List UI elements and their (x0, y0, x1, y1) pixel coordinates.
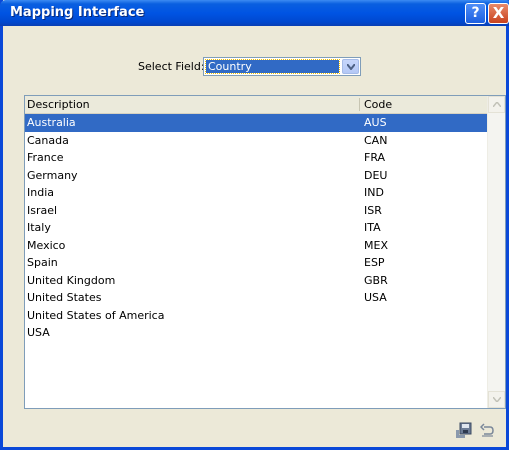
vertical-scrollbar[interactable] (487, 96, 505, 408)
table-row[interactable]: India IND (25, 184, 489, 202)
window-title: Mapping Interface (10, 5, 145, 20)
row-code: MEX (364, 238, 388, 252)
dropdown-button[interactable] (342, 59, 359, 74)
select-field-dropdown[interactable]: Country (203, 57, 361, 76)
table-row[interactable]: USA (25, 324, 489, 342)
select-field-label: Select Field: (138, 60, 205, 73)
row-code: FRA (364, 151, 386, 164)
title-bar[interactable]: Mapping Interface ? X (0, 0, 509, 26)
list-rows: Australia AUS Canada CAN France FRA Germany DEU… (25, 114, 489, 342)
row-code: GBR (364, 273, 388, 287)
scroll-down-button[interactable] (488, 391, 505, 408)
help-icon: ? (471, 5, 480, 21)
table-row[interactable]: United States of America (25, 307, 489, 325)
row-code: ISR (364, 203, 382, 217)
row-description: United Kingdom (27, 273, 116, 287)
row-description: France (27, 151, 64, 164)
column-header-code[interactable]: Code (364, 98, 392, 111)
table-row[interactable]: Israel ISR (25, 202, 489, 220)
select-field-value: Country (205, 59, 340, 74)
row-description: Mexico (27, 238, 66, 252)
row-code: AUS (364, 116, 387, 129)
undo-icon[interactable] (480, 423, 495, 438)
scroll-down-icon (493, 397, 501, 402)
table-row[interactable]: France FRA (25, 149, 489, 167)
table-row[interactable]: Spain ESP (25, 254, 489, 272)
row-code: CAN (364, 133, 388, 147)
row-description: Canada (27, 133, 69, 147)
mapping-list[interactable]: Description Code Australia AUS Canada CAN Fr… (24, 95, 506, 409)
table-row[interactable]: United Kingdom GBR (25, 272, 489, 290)
row-code: IND (364, 186, 384, 199)
table-row[interactable]: Mexico MEX (25, 237, 489, 255)
row-code: DEU (364, 168, 388, 182)
row-code: ITA (364, 221, 381, 234)
scroll-up-button[interactable] (488, 96, 505, 113)
column-divider[interactable] (359, 98, 360, 111)
save-icon[interactable] (455, 422, 472, 439)
help-button[interactable]: ? (465, 3, 486, 24)
table-row[interactable]: Germany DEU (25, 167, 489, 185)
scroll-up-icon (493, 102, 501, 107)
row-description: USA (27, 326, 50, 339)
mapping-window: Mapping Interface ? X Select Field: Coun… (0, 0, 509, 450)
column-header-description[interactable]: Description (27, 98, 90, 111)
table-row[interactable]: Italy ITA (25, 219, 489, 237)
table-row[interactable]: Australia AUS (25, 114, 489, 132)
row-description: Spain (27, 256, 58, 269)
close-button[interactable]: X (488, 3, 509, 24)
list-header: Description Code (25, 96, 489, 114)
row-description: Germany (27, 168, 78, 182)
close-icon: X (492, 4, 505, 22)
row-description: United States (27, 291, 102, 304)
table-row[interactable]: United States USA (25, 289, 489, 307)
dropdown-arrow-icon (347, 64, 355, 70)
table-row[interactable]: Canada CAN (25, 132, 489, 150)
row-description: United States of America (27, 308, 165, 322)
row-description: Israel (27, 203, 58, 217)
row-code: USA (364, 291, 387, 304)
row-description: India (27, 186, 54, 199)
row-description: Australia (27, 116, 76, 129)
row-code: ESP (364, 256, 385, 269)
row-description: Italy (27, 221, 51, 234)
